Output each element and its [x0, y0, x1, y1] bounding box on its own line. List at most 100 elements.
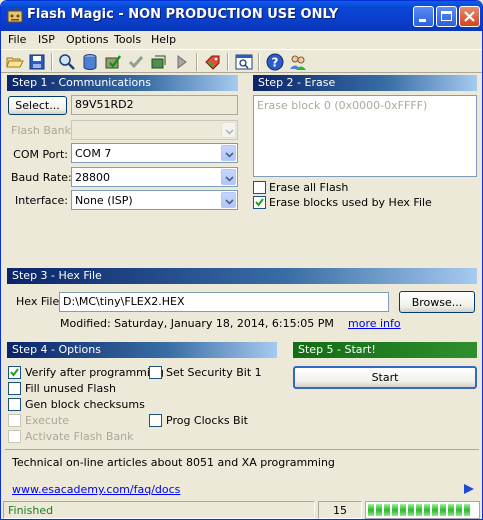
com-port-select[interactable]: COM 7 [71, 143, 238, 163]
progress-segment [416, 504, 422, 516]
interface-value: None (ISP) [75, 194, 133, 207]
program-icon[interactable] [104, 53, 122, 71]
maximize-icon [441, 11, 452, 21]
flash-bank-select [71, 120, 238, 140]
chevron-down-icon [221, 169, 236, 185]
erase-all-checkbox[interactable] [253, 181, 266, 194]
menu-isp[interactable]: ISP [38, 33, 55, 46]
toolbar-separator [258, 53, 260, 71]
progress-segment [448, 504, 454, 516]
flash-bank-label: Flash Bank: [11, 124, 75, 137]
step1-header: Step 1 - Communications [7, 75, 238, 91]
main-window: Flash Magic - NON PRODUCTION USE ONLY Fi… [0, 0, 483, 520]
toolbar-separator [51, 53, 53, 71]
play-icon[interactable] [463, 483, 475, 495]
progress-segment [384, 504, 390, 516]
list-item[interactable]: Erase block 0 (0x0000-0xFFFF) [257, 99, 427, 112]
fill-unused-label: Fill unused Flash [25, 382, 116, 395]
window-title: Flash Magic - NON PRODUCTION USE ONLY [27, 7, 339, 22]
progress-fill [368, 504, 477, 517]
prog-clocks-label: Prog Clocks Bit [166, 414, 248, 427]
interface-label: Interface: [15, 194, 68, 207]
open-icon[interactable] [6, 53, 24, 71]
prog-clocks-checkbox[interactable] [149, 414, 162, 427]
com-port-value: COM 7 [75, 147, 112, 160]
database-icon[interactable] [81, 53, 99, 71]
close-button[interactable] [459, 6, 480, 27]
execute-label: Execute [25, 414, 69, 427]
step5-header: Step 5 - Start! [293, 342, 477, 358]
status-bar: Finished 15 [1, 499, 482, 519]
status-count: 15 [318, 501, 362, 519]
erase-used-label: Erase blocks used by Hex File [269, 196, 432, 209]
progress-segment [440, 504, 446, 516]
tag-icon[interactable] [204, 53, 222, 71]
info-text: Technical on-line articles about 8051 an… [12, 456, 335, 469]
step3-header: Step 3 - Hex File [7, 268, 477, 284]
hex-file-modified: Modified: Saturday, January 18, 2014, 6:… [60, 317, 334, 330]
step2-header: Step 2 - Erase [253, 75, 477, 91]
menu-options[interactable]: Options [66, 33, 108, 46]
com-port-label: COM Port: [13, 148, 68, 161]
toolbar-separator [196, 53, 198, 71]
save-icon[interactable] [28, 53, 46, 71]
title-bar[interactable]: Flash Magic - NON PRODUCTION USE ONLY [1, 1, 482, 31]
erase-blocks-list[interactable]: Erase block 0 (0x0000-0xFFFF) [253, 95, 477, 177]
svg-text:?: ? [272, 56, 279, 70]
interface-select[interactable]: None (ISP) [71, 190, 238, 210]
progress-segment [368, 504, 374, 516]
gen-checksums-label: Gen block checksums [25, 398, 145, 411]
chevron-down-icon [221, 122, 236, 138]
progress-segment [424, 504, 430, 516]
step4-header: Step 4 - Options [7, 342, 277, 358]
menu-bar: File ISP Options Tools Help [1, 31, 482, 49]
blank-check-icon[interactable] [150, 53, 168, 71]
chevron-down-icon [221, 192, 236, 208]
users-icon[interactable] [289, 53, 307, 71]
browse-button[interactable]: Browse... [399, 291, 475, 313]
baud-rate-label: Baud Rate: [11, 171, 72, 184]
view-icon[interactable] [235, 53, 253, 71]
gen-checksums-checkbox[interactable] [8, 398, 21, 411]
baud-rate-select[interactable]: 28800 [71, 167, 238, 187]
device-field: 89V51RD2 [71, 95, 238, 115]
checkmark-icon [255, 198, 264, 207]
maximize-button[interactable] [436, 6, 457, 27]
security-bit-checkbox[interactable] [149, 366, 162, 379]
progress-segment [464, 504, 470, 516]
verify-label: Verify after programming [25, 366, 164, 379]
erase-all-label: Erase all Flash [269, 181, 349, 194]
progress-segment [408, 504, 414, 516]
esacademy-link[interactable]: www.esacademy.com/faq/docs [12, 483, 180, 496]
select-device-button[interactable]: Select... [8, 96, 67, 115]
go-icon[interactable] [173, 53, 191, 71]
help-icon[interactable]: ? [266, 53, 284, 71]
checkmark-icon [10, 368, 19, 377]
menu-file[interactable]: File [8, 33, 26, 46]
check-icon[interactable] [127, 53, 145, 71]
toolbar: ? [1, 49, 482, 73]
menu-tools[interactable]: Tools [114, 33, 141, 46]
progress-bar [365, 501, 480, 519]
erase-used-checkbox[interactable] [253, 196, 266, 209]
status-text: Finished [3, 501, 315, 519]
activate-flash-bank-label: Activate Flash Bank [25, 430, 134, 443]
flash-magic-app-icon [7, 8, 23, 23]
start-button[interactable]: Start [293, 366, 477, 389]
minimize-icon [419, 19, 426, 22]
divider [5, 449, 479, 450]
hex-file-input[interactable]: D:\MC\tiny\FLEX2.HEX [59, 292, 389, 312]
verify-checkbox[interactable] [8, 366, 21, 379]
hex-file-label: Hex File: [16, 295, 63, 308]
menu-help[interactable]: Help [151, 33, 176, 46]
baud-rate-value: 28800 [75, 171, 110, 184]
minimize-button[interactable] [413, 6, 434, 27]
find-icon[interactable] [58, 53, 76, 71]
progress-segment [376, 504, 382, 516]
progress-segment [400, 504, 406, 516]
activate-flash-bank-checkbox [8, 430, 21, 443]
fill-unused-checkbox[interactable] [8, 382, 21, 395]
more-info-link[interactable]: more info [348, 317, 401, 330]
progress-segment [392, 504, 398, 516]
security-bit-label: Set Security Bit 1 [166, 366, 262, 379]
